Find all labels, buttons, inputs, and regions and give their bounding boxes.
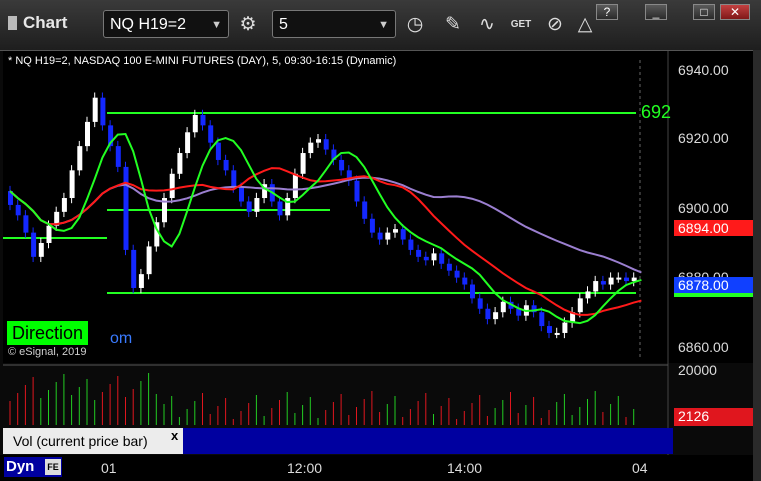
level-label: 692 <box>641 102 672 122</box>
y-tick-label: 6940.00 <box>678 62 729 78</box>
candle-body <box>138 274 144 288</box>
candle-body <box>208 125 214 143</box>
candle-body <box>323 139 329 150</box>
close-study-icon[interactable]: x <box>171 428 178 443</box>
candle-body <box>215 142 221 160</box>
candle-body <box>61 198 67 212</box>
x-tick-label: 04 <box>632 460 648 476</box>
candle-body <box>416 249 422 257</box>
price-box-blue: 6878.00 <box>674 277 753 293</box>
price-chart-svg <box>3 51 669 455</box>
volume-bars-group <box>9 373 635 425</box>
candle-body <box>600 281 606 285</box>
candle-body <box>85 121 90 147</box>
candles-group <box>8 92 637 339</box>
symbol-description: * NQ H19=2, NASDAQ 100 E-MINI FUTURES (D… <box>8 55 397 67</box>
candle-body <box>23 215 29 233</box>
candle-body <box>239 187 244 202</box>
dyn-label: Dyn <box>6 458 35 475</box>
candle-body <box>77 146 83 171</box>
candle-body <box>470 284 475 299</box>
green-ma-line <box>9 132 642 325</box>
y-tick-label: 6860.00 <box>678 339 729 355</box>
candle-body <box>485 308 491 320</box>
price-box-red: 6894.00 <box>674 220 753 236</box>
candle-body <box>562 322 568 333</box>
candle-body <box>400 229 406 240</box>
candle-body <box>200 114 206 126</box>
candle-body <box>300 153 306 174</box>
candle-body <box>308 142 314 154</box>
direction-label[interactable]: Direction <box>7 321 89 345</box>
candle-body <box>100 97 106 126</box>
window-right-border <box>753 50 761 481</box>
candle-body <box>316 139 321 143</box>
candle-body <box>31 232 37 257</box>
candle-body <box>115 146 121 167</box>
candle-body <box>493 312 499 320</box>
candle-body <box>547 326 552 333</box>
candle-body <box>92 97 98 122</box>
candle-body <box>362 201 368 219</box>
candle-body <box>539 312 545 327</box>
fe-icon[interactable]: FE <box>45 459 61 475</box>
candle-body <box>192 114 198 133</box>
y-tick-label: 6920.00 <box>678 130 729 146</box>
candle-body <box>185 132 191 154</box>
x-tick-label: 12:00 <box>287 460 323 476</box>
candle-body <box>423 256 429 261</box>
candle-body <box>477 298 483 309</box>
candle-body <box>254 198 260 212</box>
candle-body <box>446 263 452 271</box>
candle-body <box>69 170 75 199</box>
candle-body <box>431 253 437 261</box>
candle-body <box>554 332 560 335</box>
candle-body <box>439 253 445 264</box>
candle-body <box>354 180 360 202</box>
candle-body <box>608 277 614 285</box>
candle-body <box>246 201 252 212</box>
candle-body <box>585 291 591 299</box>
direction-label-suffix: om <box>110 330 133 347</box>
candle-body <box>146 246 152 275</box>
price-box-green <box>674 293 753 297</box>
volume-y-tick: 20000 <box>678 362 717 378</box>
candle-body <box>408 239 414 250</box>
candle-body <box>131 249 137 288</box>
candle-body <box>385 232 391 240</box>
dyn-button[interactable]: Dyn FE <box>4 457 62 477</box>
candle-body <box>169 173 175 199</box>
candle-body <box>123 166 129 250</box>
candle-body <box>277 201 283 216</box>
candle-body <box>339 159 345 171</box>
candle-body <box>369 218 375 233</box>
candle-body <box>462 277 468 285</box>
candle-body <box>177 153 183 174</box>
candle-body <box>624 277 629 282</box>
candle-body <box>15 204 21 216</box>
candle-body <box>454 270 460 278</box>
candle-body <box>223 159 229 171</box>
volume-study-label[interactable]: Vol (current price bar) <box>3 428 183 454</box>
candle-body <box>577 298 583 313</box>
candle-body <box>292 173 298 199</box>
candle-body <box>500 301 506 313</box>
y-tick-label: 6900.00 <box>678 200 729 216</box>
candle-body <box>616 277 622 280</box>
candle-body <box>231 170 237 188</box>
candle-body <box>38 243 44 257</box>
x-tick-label: 14:00 <box>447 460 483 476</box>
candle-body <box>593 281 599 292</box>
copyright: © eSignal, 2019 <box>8 346 87 358</box>
candle-body <box>377 232 383 240</box>
x-tick-label: 01 <box>101 460 117 476</box>
candle-body <box>393 229 398 233</box>
volume-current-box: 2126 <box>674 408 753 426</box>
candle-body <box>46 225 52 243</box>
